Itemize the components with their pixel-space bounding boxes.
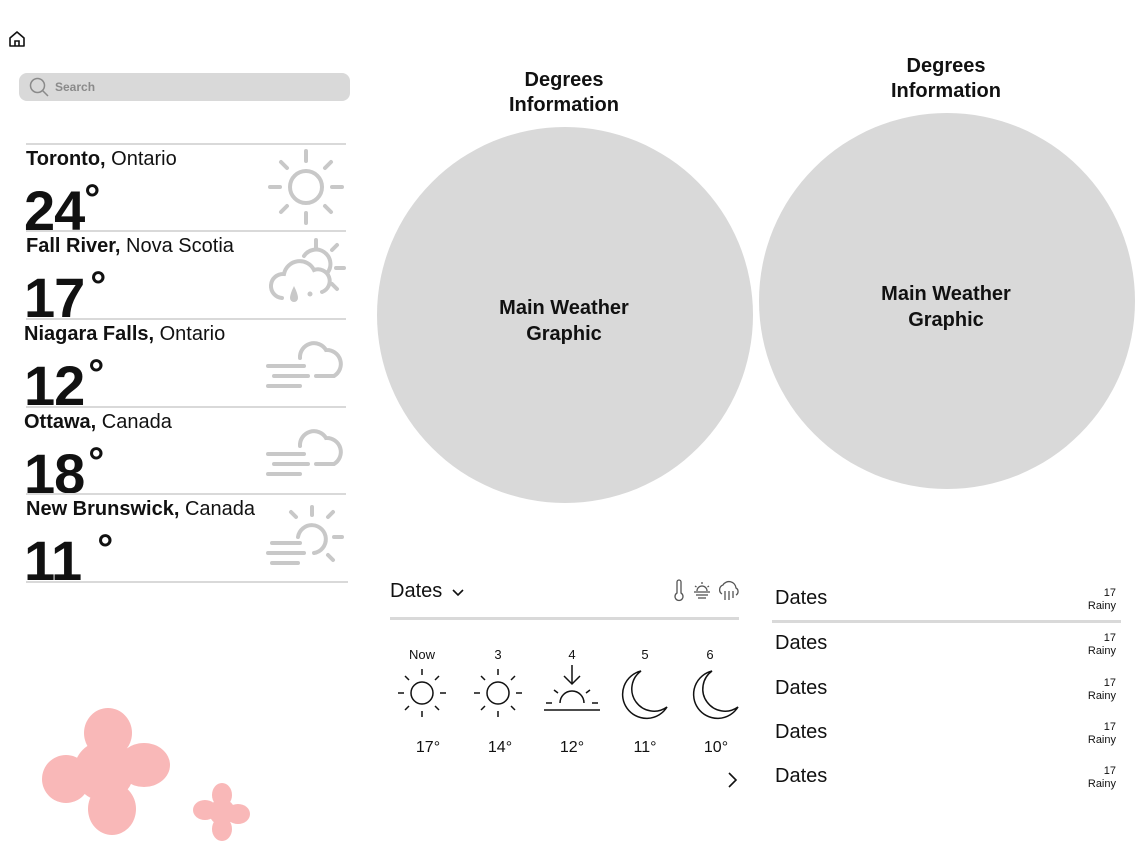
divider xyxy=(26,581,348,583)
flower-decoration xyxy=(42,708,170,835)
hour-temperature: 11° xyxy=(633,739,657,756)
hour-label: 6 xyxy=(706,647,714,662)
daily-summary: 17 Rainy xyxy=(1087,587,1116,612)
hour-label: 3 xyxy=(494,647,502,662)
cloud-fog-icon xyxy=(266,341,343,388)
sun-icon xyxy=(268,149,344,225)
divider xyxy=(26,493,346,495)
city-item-ottawa[interactable]: Ottawa, Canada 18 ° xyxy=(24,406,346,505)
cloud-fog-icon xyxy=(266,429,343,476)
home-button[interactable] xyxy=(8,30,26,48)
daily-date: Dates xyxy=(775,632,828,654)
daily-date: Dates xyxy=(775,677,828,699)
search-icon xyxy=(29,77,49,97)
rain-cloud-icon[interactable] xyxy=(716,580,740,602)
divider xyxy=(26,318,346,320)
search-input[interactable] xyxy=(55,77,335,97)
hour-temperature: 12° xyxy=(559,739,585,756)
daily-row[interactable]: Dates 17 Rainy xyxy=(775,763,1119,795)
hour-label: 4 xyxy=(568,647,576,662)
city-item-fall-river[interactable]: Fall River, Nova Scotia 17 ° xyxy=(24,230,346,329)
moon-icon xyxy=(692,670,739,720)
degrees-info-title: Degrees Information xyxy=(509,69,619,116)
flower-decoration xyxy=(193,783,250,841)
daily-summary: 17 Rainy xyxy=(1087,632,1116,657)
sunset-icon xyxy=(544,665,600,711)
hour-label: 5 xyxy=(641,647,649,662)
hourly-item[interactable]: 4 12° xyxy=(544,647,600,767)
divider xyxy=(26,143,346,145)
daily-row[interactable]: Dates 17 Rainy xyxy=(775,719,1119,751)
sunset-icon[interactable] xyxy=(692,581,712,601)
hourly-item[interactable]: 3 14° xyxy=(474,647,522,767)
hour-temperature: 14° xyxy=(487,739,513,756)
home-icon xyxy=(9,31,25,47)
daily-date: Dates xyxy=(775,721,828,743)
partly-cloudy-rain-icon xyxy=(269,238,346,302)
sun-icon xyxy=(474,669,522,717)
thermometer-icon[interactable] xyxy=(672,579,686,602)
daily-row[interactable]: Dates 17 Rainy xyxy=(775,675,1119,707)
sun-haze-icon xyxy=(266,505,344,565)
hour-temperature: 17° xyxy=(415,739,441,756)
hourly-item[interactable]: 6 10° xyxy=(690,647,739,767)
daily-row[interactable]: Dates 17 Rainy xyxy=(775,585,1119,617)
chevron-right-icon[interactable] xyxy=(725,771,739,789)
city-item-new-brunswick[interactable]: New Brunswick, Canada 11 ° xyxy=(24,493,346,592)
chevron-down-icon xyxy=(452,589,464,596)
city-item-niagara-falls[interactable]: Niagara Falls, Ontario 12 ° xyxy=(24,318,346,417)
moon-icon xyxy=(621,670,668,720)
daily-date: Dates xyxy=(775,765,828,787)
divider xyxy=(26,406,346,408)
hourly-item[interactable]: 5 11° xyxy=(621,647,668,767)
hourly-item[interactable]: Now 17° xyxy=(398,647,446,767)
main-weather-graphic-label: Main Weather Graphic xyxy=(881,283,1011,331)
hour-label: Now xyxy=(408,647,435,662)
daily-summary: 17 Rainy xyxy=(1087,765,1116,790)
daily-summary: 17 Rainy xyxy=(1087,677,1116,702)
daily-date: Dates xyxy=(775,587,828,609)
daily-summary: 17 Rainy xyxy=(1087,721,1116,746)
city-item-toronto[interactable]: Toronto, Ontario 24° xyxy=(24,143,346,242)
dates-dropdown[interactable]: Dates xyxy=(390,580,465,603)
degrees-info-title: Degrees Information xyxy=(891,55,1001,102)
main-weather-graphic-label: Main Weather Graphic xyxy=(499,297,629,345)
sun-icon xyxy=(398,669,446,717)
divider xyxy=(772,620,1121,623)
hour-temperature: 10° xyxy=(703,739,729,756)
daily-row[interactable]: Dates 17 Rainy xyxy=(775,630,1119,662)
divider xyxy=(390,617,739,620)
divider xyxy=(26,230,346,232)
search-bar[interactable] xyxy=(19,73,350,101)
